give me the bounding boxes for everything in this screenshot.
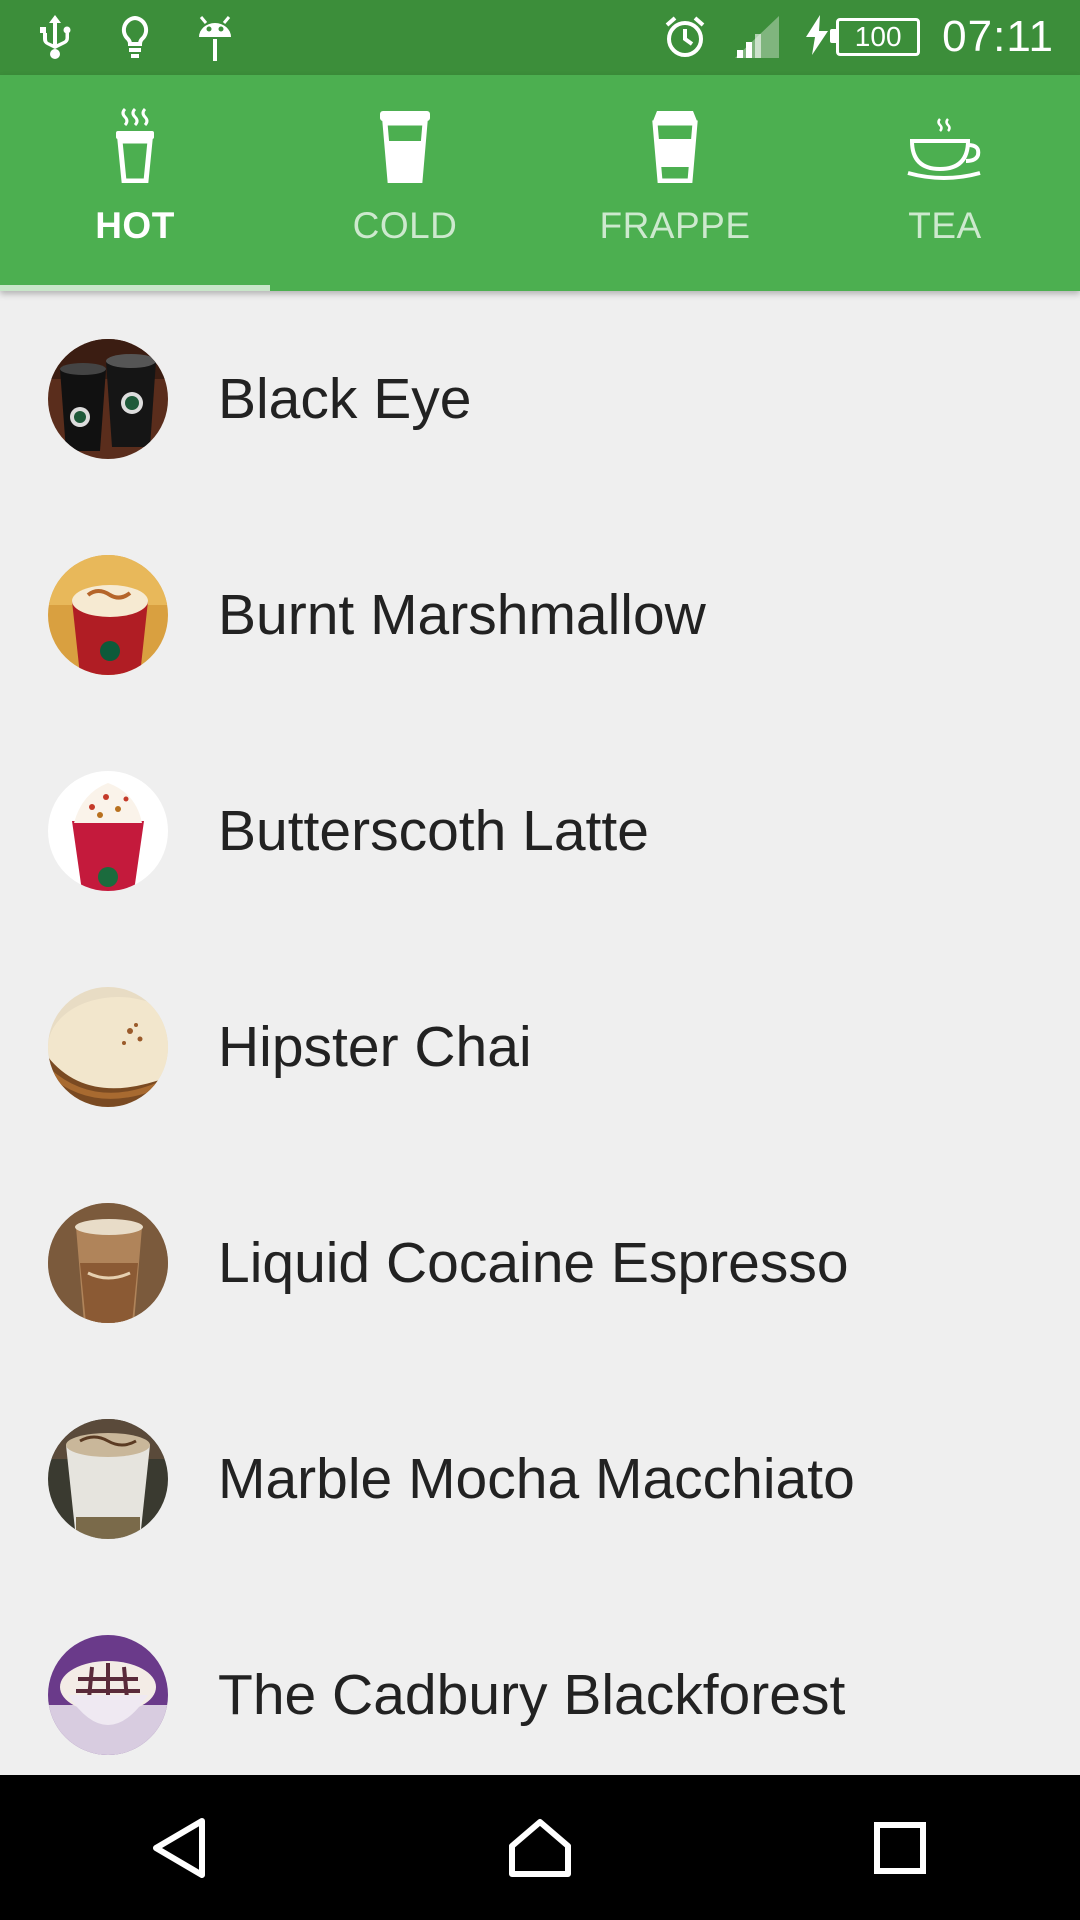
drink-name: Liquid Cocaine Espresso [218,1231,849,1295]
list-item-butterscoth-latte[interactable]: Butterscoth Latte [0,723,1080,939]
burnt-marshmallow-thumbnail [48,555,168,675]
drink-name: Hipster Chai [218,1015,532,1079]
drink-name: Burnt Marshmallow [218,583,706,647]
frappe-cup-icon [647,103,703,183]
charging-icon [804,15,830,59]
tab-active-indicator [0,285,270,291]
list-item-hipster-chai[interactable]: Hipster Chai [0,939,1080,1155]
tea-cup-icon [906,103,984,183]
tab-tea-label: TEA [908,205,982,246]
drink-name: The Cadbury Blackforest [218,1663,846,1727]
tab-cold-label: COLD [352,205,458,246]
tab-hot-label: HOT [95,205,175,246]
battery-icon: 100 [830,18,921,56]
category-tab-bar: HOT COLD FRAPPE TEA [0,75,1080,291]
drink-name: Marble Mocha Macchiato [218,1447,855,1511]
drink-list[interactable]: Black Eye Burnt Marshmallow Butterscoth … [0,291,1080,1775]
butterscoth-latte-thumbnail [48,771,168,891]
battery-indicator: 100 [804,15,921,59]
hot-cup-icon [111,103,159,183]
tab-frappe[interactable]: FRAPPE [540,75,810,291]
lightbulb-icon [110,12,160,62]
status-bar: 100 07:11 [0,0,1080,75]
tab-hot[interactable]: HOT [0,75,270,291]
tab-tea[interactable]: TEA [810,75,1080,291]
tab-frappe-label: FRAPPE [599,205,751,246]
usb-icon [30,12,80,62]
battery-level: 100 [854,21,902,52]
list-item-black-eye[interactable]: Black Eye [0,291,1080,507]
status-time: 07:11 [942,12,1054,61]
alarm-icon [660,12,710,62]
list-item-cadbury-blackforest[interactable]: The Cadbury Blackforest [0,1587,1080,1775]
cold-cup-icon [377,103,433,183]
list-item-burnt-marshmallow[interactable]: Burnt Marshmallow [0,507,1080,723]
signal-icon [732,12,782,62]
list-item-marble-mocha-macchiato[interactable]: Marble Mocha Macchiato [0,1371,1080,1587]
black-eye-thumbnail [48,339,168,459]
tab-cold[interactable]: COLD [270,75,540,291]
back-icon[interactable] [120,1788,240,1908]
cadbury-blackforest-thumbnail [48,1635,168,1755]
marble-mocha-macchiato-thumbnail [48,1419,168,1539]
recents-icon[interactable] [840,1788,960,1908]
hipster-chai-thumbnail [48,987,168,1107]
home-icon[interactable] [480,1788,600,1908]
drink-name: Black Eye [218,367,472,431]
list-item-liquid-cocaine-espresso[interactable]: Liquid Cocaine Espresso [0,1155,1080,1371]
drink-name: Butterscoth Latte [218,799,649,863]
liquid-cocaine-espresso-thumbnail [48,1203,168,1323]
system-navigation-bar [0,1775,1080,1920]
android-icon [190,12,240,62]
